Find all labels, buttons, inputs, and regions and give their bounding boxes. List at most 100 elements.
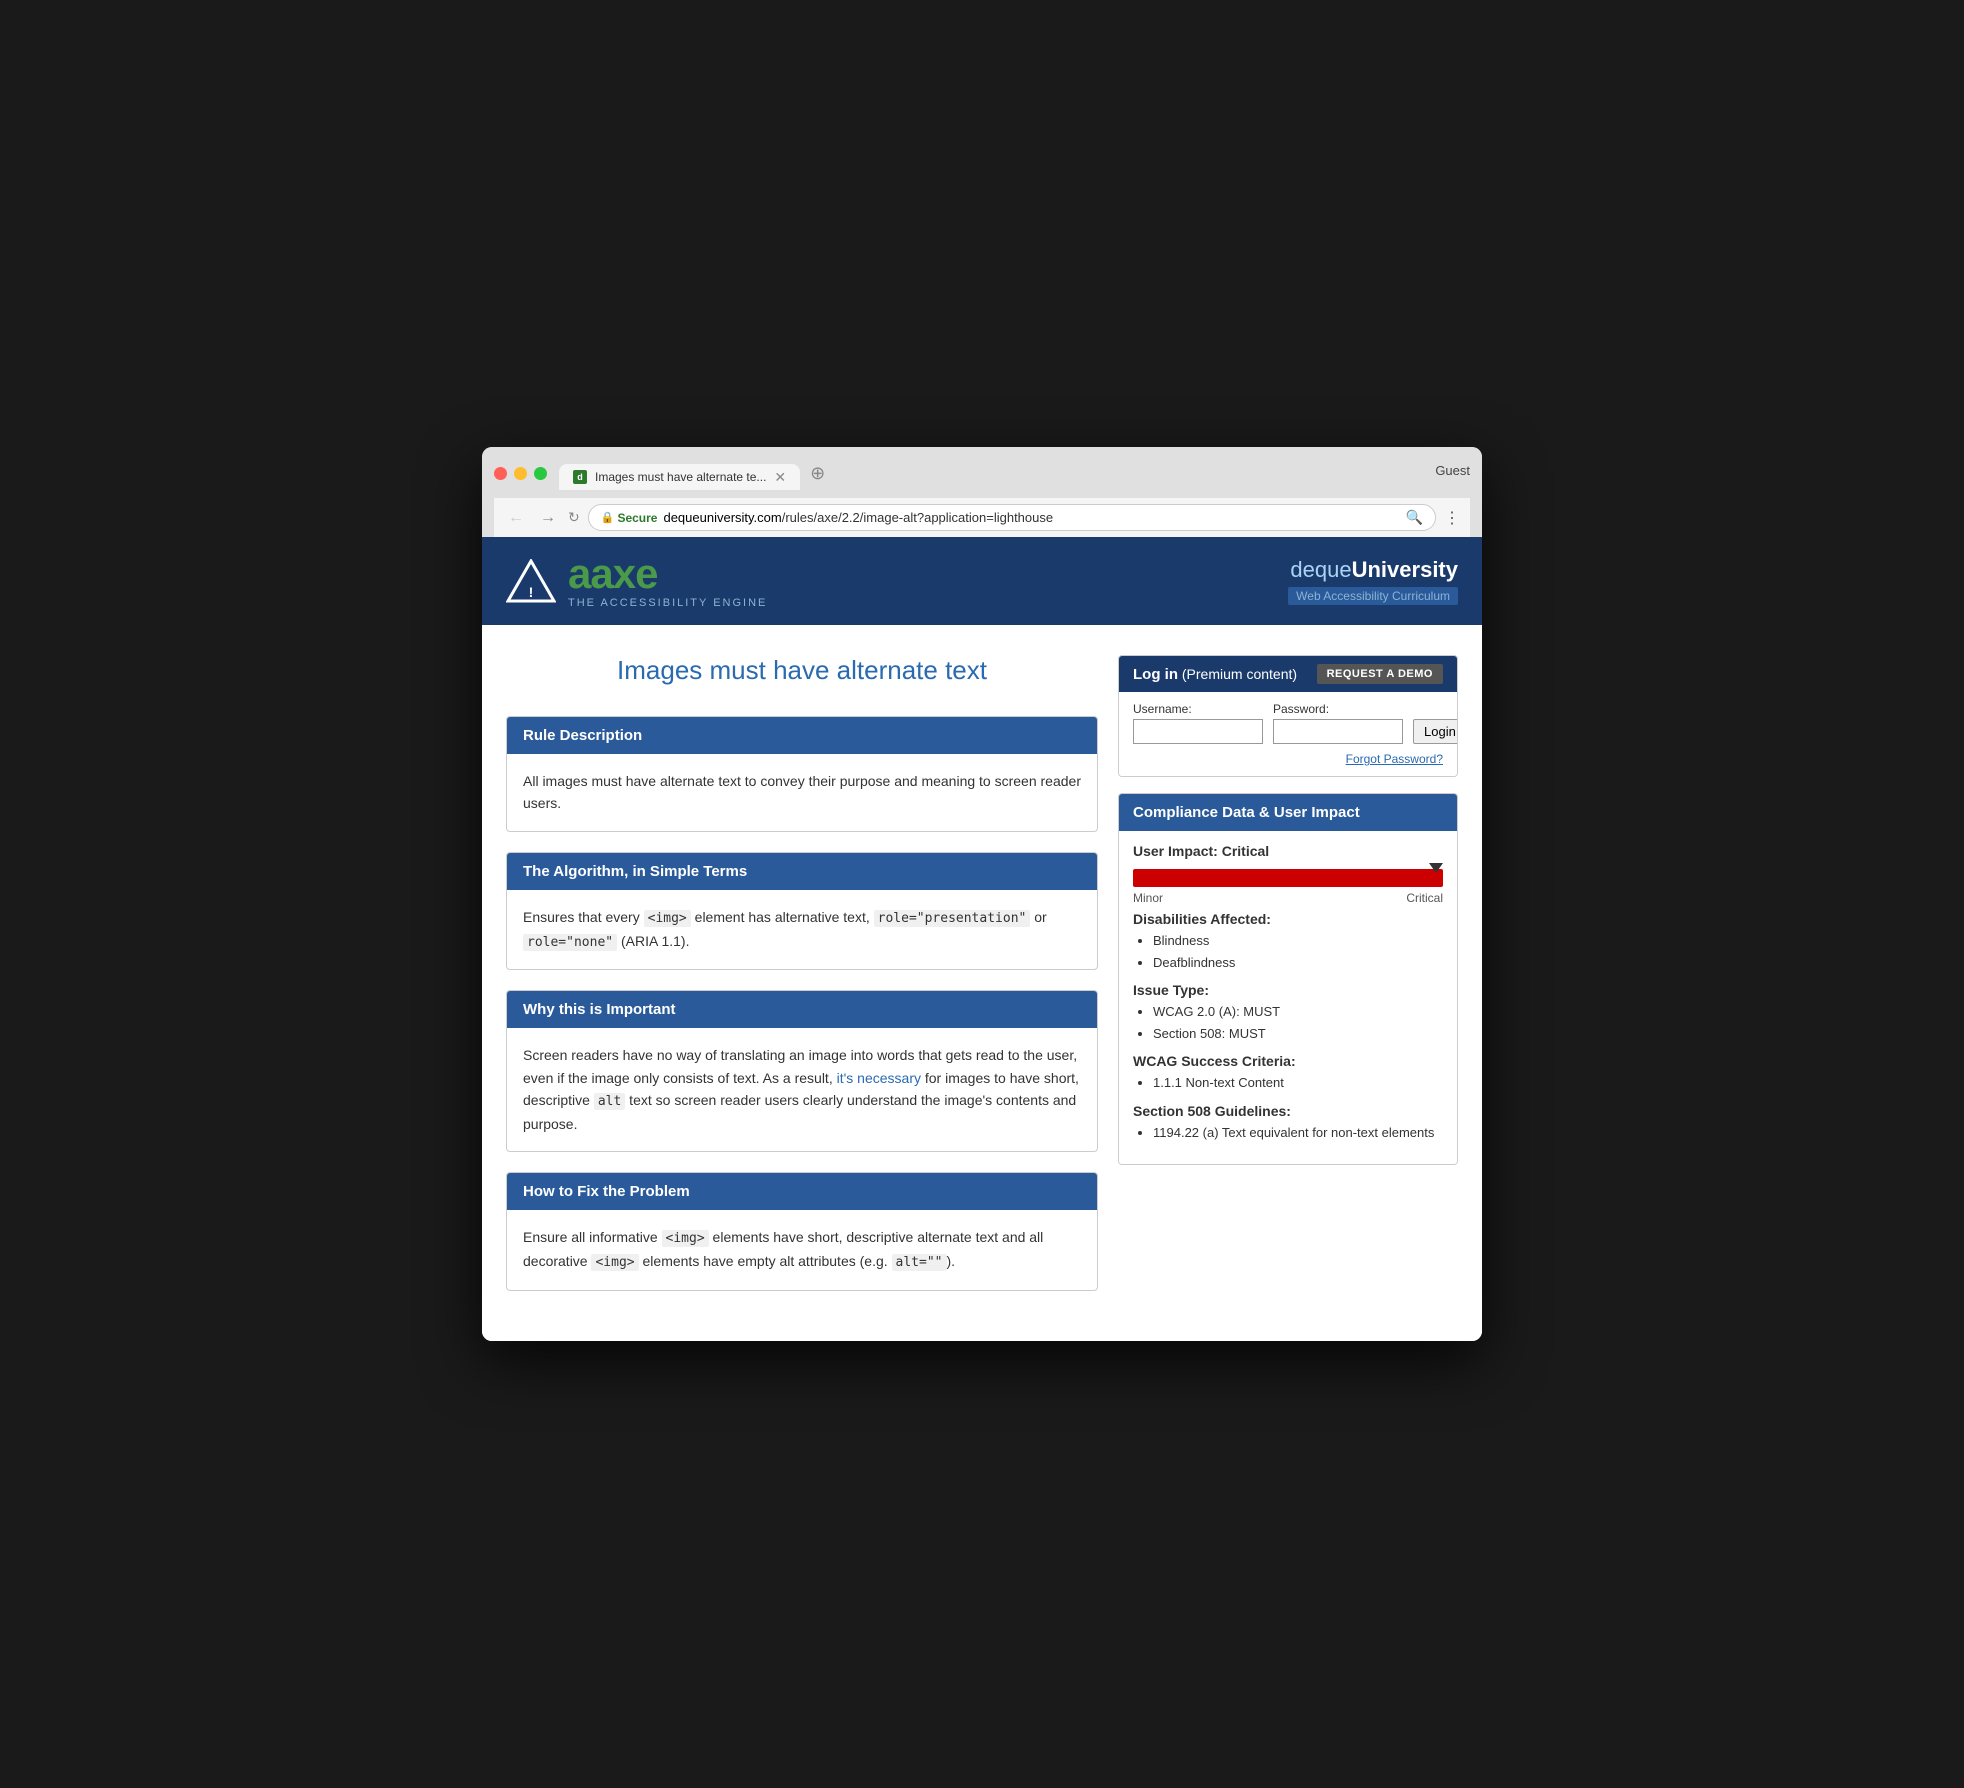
- active-tab[interactable]: d Images must have alternate te... ✕: [559, 464, 800, 490]
- window-controls: [494, 467, 547, 480]
- fix-section: How to Fix the Problem Ensure all inform…: [506, 1172, 1098, 1291]
- list-item: 1.1.1 Non-text Content: [1153, 1073, 1443, 1093]
- disabilities-title: Disabilities Affected:: [1133, 911, 1443, 927]
- close-window-button[interactable]: [494, 467, 507, 480]
- axe-triangle-icon: !: [506, 559, 556, 603]
- algorithm-text-suffix: (ARIA 1.1).: [617, 933, 689, 949]
- impact-marker-icon: [1429, 863, 1443, 873]
- secure-text: Secure: [617, 511, 657, 525]
- axe-tagline: THE ACCESSIBILITY ENGINE: [568, 597, 767, 609]
- main-content: Images must have alternate text Rule Des…: [482, 625, 1482, 1341]
- importance-header: Why this is Important: [507, 991, 1097, 1028]
- impact-bar: [1133, 869, 1443, 887]
- search-icon[interactable]: 🔍: [1406, 509, 1423, 526]
- section508-title: Section 508 Guidelines:: [1133, 1103, 1443, 1119]
- username-label: Username:: [1133, 702, 1263, 716]
- section508-list: 1194.22 (a) Text equivalent for non-text…: [1133, 1123, 1443, 1143]
- login-subtext: (Premium content): [1182, 666, 1297, 682]
- importance-section: Why this is Important Screen readers hav…: [506, 990, 1098, 1152]
- password-field-group: Password:: [1273, 702, 1403, 744]
- algorithm-text-middle2: or: [1030, 909, 1046, 925]
- list-item: 1194.22 (a) Text equivalent for non-text…: [1153, 1123, 1443, 1143]
- wcag-list: 1.1.1 Non-text Content: [1133, 1073, 1443, 1093]
- forgot-password-link[interactable]: Forgot Password?: [1133, 752, 1443, 766]
- wcag-title: WCAG Success Criteria:: [1133, 1053, 1443, 1069]
- list-item: WCAG 2.0 (A): MUST: [1153, 1002, 1443, 1022]
- login-button[interactable]: Login: [1413, 719, 1458, 744]
- password-label: Password:: [1273, 702, 1403, 716]
- browser-tabs: d Images must have alternate te... ✕ ⊕: [559, 457, 1435, 490]
- impact-bar-container: Minor Critical: [1133, 869, 1443, 905]
- browser-addressbar: ← → ↻ 🔒 Secure dequeuniversity.com/rules…: [494, 498, 1470, 537]
- username-input[interactable]: [1133, 719, 1263, 744]
- impact-bar-wrapper: [1133, 869, 1443, 887]
- login-label: Log in: [1133, 666, 1178, 683]
- algorithm-body: Ensures that every <img> element has alt…: [507, 890, 1097, 970]
- maximize-window-button[interactable]: [534, 467, 547, 480]
- importance-link-necessary[interactable]: it's necessary: [837, 1070, 921, 1086]
- axe-name: aaxe: [568, 553, 767, 595]
- left-column: Images must have alternate text Rule Des…: [506, 655, 1098, 1311]
- fix-text-prefix: Ensure all informative: [523, 1229, 662, 1245]
- refresh-button[interactable]: ↻: [568, 509, 580, 526]
- user-impact-value: Critical: [1222, 843, 1269, 859]
- page-content: ! aaxe THE ACCESSIBILITY ENGINE dequeUni…: [482, 537, 1482, 1341]
- lock-icon: 🔒: [601, 511, 615, 524]
- url-path: /rules/axe/2.2/image-alt?application=lig…: [782, 510, 1053, 525]
- list-item: Deafblindness: [1153, 953, 1443, 973]
- deque-university-name-bold: University: [1352, 557, 1458, 582]
- fix-body: Ensure all informative <img> elements ha…: [507, 1210, 1097, 1290]
- login-box: Log in (Premium content) REQUEST A DEMO …: [1118, 655, 1458, 777]
- importance-body: Screen readers have no way of translatin…: [507, 1028, 1097, 1151]
- username-field-group: Username:: [1133, 702, 1263, 744]
- browser-window: d Images must have alternate te... ✕ ⊕ G…: [482, 447, 1482, 1341]
- login-header-text: Log in (Premium content): [1133, 666, 1297, 683]
- user-impact-text: User Impact: Critical: [1133, 843, 1443, 859]
- list-item: Section 508: MUST: [1153, 1024, 1443, 1044]
- minimize-window-button[interactable]: [514, 467, 527, 480]
- tab-close-icon[interactable]: ✕: [774, 470, 786, 484]
- issue-type-list: WCAG 2.0 (A): MUST Section 508: MUST: [1133, 1002, 1443, 1043]
- axe-name-text: axe: [590, 550, 657, 597]
- issue-type-title: Issue Type:: [1133, 982, 1443, 998]
- deque-university-logo: dequeUniversity Web Accessibility Curric…: [1288, 557, 1458, 605]
- browser-menu-icon[interactable]: ⋮: [1444, 508, 1460, 528]
- deque-subtitle: Web Accessibility Curriculum: [1288, 587, 1458, 605]
- url-text: dequeuniversity.com/rules/axe/2.2/image-…: [663, 510, 1053, 525]
- tab-favicon-icon: d: [573, 470, 587, 484]
- browser-titlebar: d Images must have alternate te... ✕ ⊕ G…: [494, 457, 1470, 490]
- url-domain: dequeuniversity.com: [663, 510, 781, 525]
- compliance-body: User Impact: Critical Minor Critical: [1119, 831, 1457, 1164]
- user-impact-label: User Impact:: [1133, 843, 1218, 859]
- fix-text-suffix-prefix: elements have empty alt attributes (e.g.: [639, 1253, 892, 1269]
- fix-code1: <img>: [662, 1230, 709, 1247]
- rule-description-body: All images must have alternate text to c…: [507, 754, 1097, 831]
- section508-section: Section 508 Guidelines: 1194.22 (a) Text…: [1133, 1103, 1443, 1143]
- fix-code2: <img>: [591, 1254, 638, 1271]
- back-button[interactable]: ←: [504, 507, 528, 529]
- new-tab-button[interactable]: ⊕: [800, 457, 835, 490]
- compliance-box: Compliance Data & User Impact User Impac…: [1118, 793, 1458, 1165]
- compliance-header: Compliance Data & User Impact: [1119, 794, 1457, 831]
- deque-university-name: dequeUniversity: [1288, 557, 1458, 583]
- site-header: ! aaxe THE ACCESSIBILITY ENGINE dequeUni…: [482, 537, 1482, 625]
- algorithm-code2: role="presentation": [874, 910, 1031, 927]
- password-input[interactable]: [1273, 719, 1403, 744]
- algorithm-text-prefix: Ensures that every: [523, 909, 644, 925]
- algorithm-header: The Algorithm, in Simple Terms: [507, 853, 1097, 890]
- impact-max-label: Critical: [1406, 891, 1443, 905]
- request-demo-button[interactable]: REQUEST A DEMO: [1317, 664, 1443, 684]
- list-item: Blindness: [1153, 931, 1443, 951]
- svg-text:!: !: [529, 584, 534, 600]
- disabilities-list: Blindness Deafblindness: [1133, 931, 1443, 972]
- impact-labels: Minor Critical: [1133, 891, 1443, 905]
- url-bar[interactable]: 🔒 Secure dequeuniversity.com/rules/axe/2…: [588, 504, 1436, 531]
- forward-button[interactable]: →: [536, 507, 560, 529]
- login-fields: Username: Password: Login: [1133, 702, 1443, 744]
- right-column: Log in (Premium content) REQUEST A DEMO …: [1118, 655, 1458, 1165]
- algorithm-code3: role="none": [523, 934, 617, 951]
- fix-text-suffix: ).: [947, 1253, 956, 1269]
- algorithm-section: The Algorithm, in Simple Terms Ensures t…: [506, 852, 1098, 971]
- algorithm-code1: <img>: [644, 910, 691, 927]
- browser-chrome: d Images must have alternate te... ✕ ⊕ G…: [482, 447, 1482, 537]
